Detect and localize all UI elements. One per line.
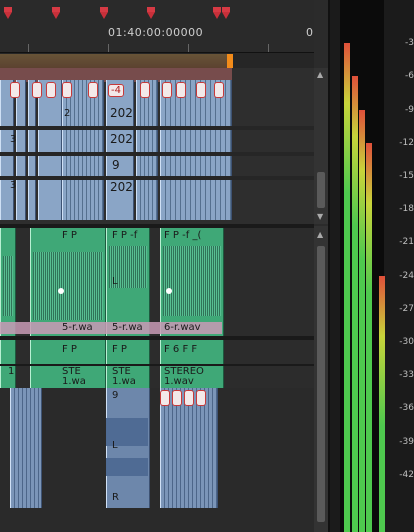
- clip-label: 3: [10, 134, 17, 145]
- video-track-area[interactable]: -4 202 202 9 202 2 3 3: [0, 68, 314, 224]
- keyframe-icon[interactable]: [58, 288, 64, 294]
- channel-label: R: [112, 492, 119, 503]
- clip-filename: 5-r.wa: [112, 322, 143, 333]
- timeline-panel[interactable]: 01:40:00:00000 0 -4 202 202 9 202 2 3 3 …: [0, 0, 314, 532]
- clip-filename: 1.wa: [62, 376, 86, 387]
- meter-scale-label: -9: [405, 104, 414, 115]
- meter-level-bar: [359, 109, 365, 532]
- channel-label: L: [112, 276, 118, 287]
- marker-icon[interactable]: [213, 7, 221, 19]
- meter-scale-label: -15: [399, 171, 414, 181]
- time-ruler[interactable]: 01:40:00:00000 0: [0, 0, 314, 53]
- clip-title: F P: [62, 230, 77, 241]
- clip-filename: 1.wa: [112, 376, 136, 387]
- audio-track-area[interactable]: F P F P -f F P -f _( L 5-r.wa 5-r.wa 6-r…: [0, 228, 314, 388]
- track-scrollbar-upper[interactable]: ▲ ▼: [314, 68, 328, 224]
- clip-label: 9: [112, 390, 119, 401]
- meter-level-bar: [344, 43, 350, 532]
- meter-scale-label: -39: [399, 436, 414, 447]
- clip-label: 202: [110, 132, 133, 146]
- meter-level-bar: [352, 76, 358, 532]
- keyframe-icon[interactable]: [166, 288, 172, 294]
- clip-label: 202: [110, 106, 133, 120]
- audio-clip[interactable]: [160, 228, 224, 336]
- meter-scale-label: -27: [399, 303, 414, 314]
- clip-filename: 6-r.wav: [164, 322, 201, 333]
- marker-icon[interactable]: [100, 7, 108, 19]
- marker-icon[interactable]: [147, 7, 155, 19]
- clip-label: 1: [8, 366, 15, 377]
- marker-icon[interactable]: [222, 7, 230, 19]
- scroll-up-icon[interactable]: ▲: [317, 230, 323, 239]
- scroll-down-icon[interactable]: ▼: [317, 212, 323, 221]
- meter-scale-label: -18: [399, 204, 414, 215]
- meter-scale-label: -42: [399, 469, 414, 480]
- track-scrollbar-lower[interactable]: ▲: [314, 226, 328, 532]
- clip-filename: 1.wav: [164, 376, 194, 387]
- meter-scale-label: -6: [405, 71, 414, 82]
- clip-label: 3: [10, 180, 17, 191]
- channel-label: L: [112, 440, 118, 451]
- scroll-up-icon[interactable]: ▲: [317, 70, 323, 79]
- clip-title: F P: [112, 344, 127, 355]
- marker-icon[interactable]: [52, 7, 60, 19]
- clip-label: 202: [110, 180, 133, 194]
- meter-scale-label: -24: [399, 270, 414, 281]
- clip-202[interactable]: [106, 80, 134, 220]
- meter-scale-label: -21: [399, 237, 414, 248]
- clip-label: 9: [112, 158, 120, 172]
- clip-title: F 6 F F: [164, 344, 198, 355]
- meter-scale-label: -3: [405, 38, 414, 49]
- clip-title: F P -f _(: [164, 230, 202, 241]
- ruler-timecode: 01:40:00:00000: [108, 26, 204, 39]
- clip-title: F P -f: [112, 230, 138, 241]
- marker-icon[interactable]: [4, 7, 12, 19]
- meter-level-bar: [366, 142, 372, 532]
- clip-filename: 5-r.wa: [62, 322, 93, 333]
- meter-scale-label: -36: [399, 403, 414, 414]
- render-progress-bar: [0, 54, 233, 68]
- meter-scale-label: -12: [399, 137, 414, 148]
- meter-level-bar: [379, 275, 385, 532]
- ruler-edge-label: 0: [306, 26, 313, 39]
- clip-tag: -4: [108, 84, 124, 97]
- video-track-lower[interactable]: 9 L R: [0, 388, 314, 532]
- clip-title: F P: [62, 344, 77, 355]
- meter-scale-label: -33: [399, 370, 414, 381]
- clip-label: 2: [64, 108, 71, 119]
- meter-scale-label: -30: [399, 337, 414, 347]
